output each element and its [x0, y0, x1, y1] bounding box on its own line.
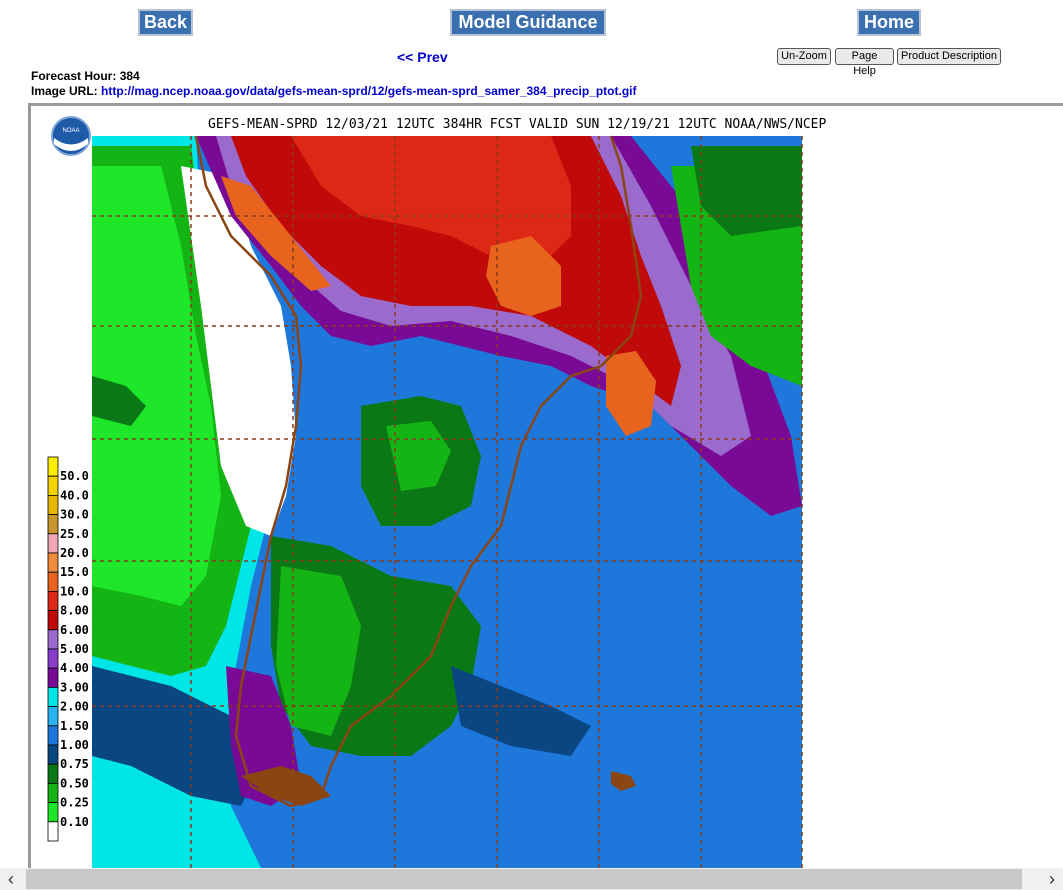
legend-swatch	[47, 475, 59, 496]
legend-swatch	[47, 590, 59, 611]
legend-swatch	[47, 648, 59, 669]
legend-swatch	[47, 783, 59, 804]
image-url-label: Image URL:	[31, 84, 98, 98]
legend-label: 15.0	[60, 565, 89, 579]
map-title: GEFS-MEAN-SPRD 12/03/21 12UTC 384HR FCST…	[208, 117, 826, 132]
legend-swatch	[47, 706, 59, 727]
forecast-hour-row: Forecast Hour: 384	[31, 69, 140, 83]
page-help-button[interactable]: Page Help	[835, 48, 894, 77]
precip-legend: 50.0 40.0 30.0 25.0 20.0 15.0 10.0 8.00 6.00 5.00…	[47, 456, 89, 842]
legend-label: 5.00	[60, 642, 89, 656]
prev-link[interactable]: << Prev	[397, 49, 448, 65]
legend-label: 25.0	[60, 527, 89, 541]
legend-swatch	[47, 494, 59, 515]
legend-label: 40.0	[60, 488, 89, 502]
legend-swatch	[47, 667, 59, 688]
legend-label: 2.00	[60, 700, 89, 714]
legend-label: 50.0	[60, 469, 89, 483]
forecast-map-image[interactable]: NOAA GEFS-MEAN-SPRD 12/03/21 12UTC 384HR…	[31, 106, 1063, 868]
model-guidance-button[interactable]: Model Guidance	[450, 9, 606, 36]
unzoom-button[interactable]: Un-Zoom	[777, 48, 831, 65]
legend-label: 4.00	[60, 661, 89, 675]
noaa-logo-text: NOAA	[62, 128, 79, 134]
legend-swatch	[47, 763, 59, 784]
legend-swatch	[47, 744, 59, 765]
product-description-button[interactable]: Product Description	[897, 48, 1001, 65]
legend-swatch	[47, 725, 59, 746]
back-button[interactable]: Back	[138, 9, 193, 36]
forecast-hour-label: Forecast Hour:	[31, 69, 117, 83]
scroll-left-icon[interactable]: ‹	[0, 868, 22, 890]
legend-label: 0.10	[60, 815, 89, 829]
legend-label: 0.25	[60, 796, 89, 810]
home-button[interactable]: Home	[857, 9, 921, 36]
legend-label: 1.50	[60, 719, 89, 733]
horizontal-scrollbar[interactable]: ‹ ›	[0, 868, 1063, 890]
legend-swatch	[47, 571, 59, 592]
legend-label: 0.75	[60, 757, 89, 771]
forecast-map-frame[interactable]: NOAA GEFS-MEAN-SPRD 12/03/21 12UTC 384HR…	[28, 103, 1063, 868]
legend-label: 6.00	[60, 623, 89, 637]
legend-swatch	[47, 821, 59, 842]
image-url-link[interactable]: http://mag.ncep.noaa.gov/data/gefs-mean-…	[101, 84, 636, 98]
legend-label: 0.50	[60, 776, 89, 790]
legend-label: 10.0	[60, 584, 89, 598]
legend-label: 30.0	[60, 508, 89, 522]
scroll-thumb[interactable]	[26, 869, 1022, 889]
legend-swatch	[47, 610, 59, 631]
legend-label: 1.00	[60, 738, 89, 752]
legend-swatch	[47, 533, 59, 554]
legend-swatch	[47, 687, 59, 708]
legend-label: 8.00	[60, 604, 89, 618]
legend-swatch	[47, 552, 59, 573]
legend-label: 20.0	[60, 546, 89, 560]
forecast-hour-value: 384	[119, 69, 140, 83]
legend-swatch	[47, 802, 59, 823]
legend-swatch	[47, 629, 59, 650]
legend-swatch	[47, 456, 59, 477]
legend-swatch	[47, 514, 59, 535]
legend-label: 3.00	[60, 680, 89, 694]
scroll-right-icon[interactable]: ›	[1041, 868, 1063, 890]
image-url-row: Image URL: http://mag.ncep.noaa.gov/data…	[31, 84, 637, 98]
